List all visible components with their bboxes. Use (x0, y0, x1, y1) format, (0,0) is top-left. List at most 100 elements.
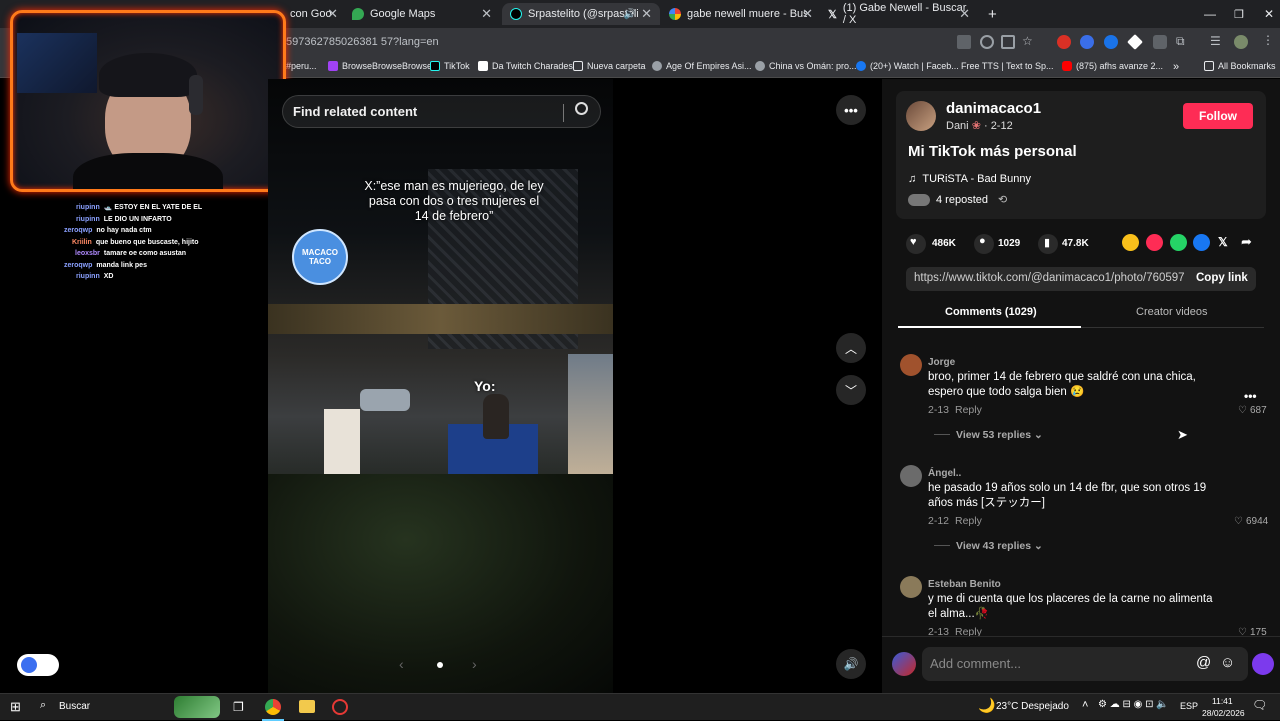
commenter-avatar[interactable] (900, 576, 922, 598)
emoji-icon[interactable]: ☺ (1220, 654, 1235, 671)
chrome-taskbar-icon[interactable] (265, 699, 281, 715)
reply-button[interactable]: Reply (955, 515, 982, 527)
bookmark-star-icon[interactable]: ☆ (1022, 34, 1033, 48)
restore-window-button[interactable]: ❐ (1226, 3, 1252, 25)
comment-more-icon[interactable]: ••• (1244, 389, 1257, 403)
bookmark-item[interactable]: China vs Omán: pro... (755, 61, 857, 71)
close-tab-icon[interactable]: ✕ (327, 6, 338, 22)
comment-text: y me di cuenta que los placeres de la ca… (928, 593, 1213, 620)
toggle-switch[interactable] (17, 654, 59, 676)
close-tab-icon[interactable]: ✕ (959, 6, 970, 22)
minimize-window-button[interactable]: — (1196, 3, 1224, 25)
bookmark-item[interactable]: Free TTS | Text to Sp... (961, 61, 1054, 71)
tab-google-gabe[interactable]: gabe newell muere - Buscar con ✕ (661, 3, 821, 25)
bookmark-item[interactable]: BrowseBrowseBrowse (328, 61, 432, 71)
tray-chevron-icon[interactable]: ˄ (1082, 699, 1088, 711)
windows-start-icon[interactable]: ⊞ (10, 699, 21, 715)
author-username[interactable]: danimacaco1 (946, 100, 1041, 117)
clock-time[interactable]: 11:41 (1212, 696, 1233, 706)
clock-date[interactable]: 28/02/2026 (1202, 708, 1245, 718)
mention-icon[interactable]: @ (1196, 654, 1211, 671)
extension-blue-icon[interactable] (1080, 35, 1094, 49)
bookmark-item[interactable]: TikTok (430, 61, 470, 71)
browser-menu-icon[interactable]: ⋮ (1262, 33, 1274, 47)
next-video-button[interactable]: ﹀ (836, 375, 866, 405)
whatsapp-share-icon[interactable] (1170, 234, 1187, 251)
commenter-avatar[interactable] (900, 465, 922, 487)
repost-icon[interactable]: ⟲ (998, 193, 1007, 206)
zoom-icon[interactable] (980, 35, 994, 49)
reply-button[interactable]: Reply (955, 404, 982, 416)
previous-video-button[interactable]: ︿ (836, 333, 866, 363)
search-icon[interactable] (575, 102, 588, 115)
audio-playing-icon[interactable]: 🔊 (624, 9, 636, 20)
bookmark-folder[interactable]: Nueva carpeta (573, 61, 646, 71)
tab-x-gabe[interactable]: 𝕏 (1) Gabe Newell - Buscar / X ✕ (820, 2, 978, 26)
comment-input[interactable]: Add comment... @ ☺ (922, 647, 1248, 681)
view-replies-button[interactable]: View 53 replies ⌄ (956, 429, 1043, 441)
tab-google-search[interactable]: con Goo ✕ (282, 3, 346, 25)
language-indicator[interactable]: ESP (1180, 701, 1198, 711)
tab-google-maps[interactable]: Google Maps ✕ (344, 3, 500, 25)
close-tab-icon[interactable]: ✕ (641, 6, 652, 22)
extension-diamond-icon[interactable] (1127, 34, 1143, 50)
bookmark-item[interactable]: (875) afhs avanze 2... (1062, 61, 1163, 71)
task-view-icon[interactable]: ❐ (233, 700, 244, 714)
tiktok-video-frame[interactable]: MACACO TACO X:”ese man es mujeriego, de … (268, 79, 613, 693)
copy-link-button[interactable]: Copy link (1196, 272, 1248, 284)
photo-next-icon[interactable]: › (472, 656, 477, 672)
close-tab-icon[interactable]: ✕ (802, 6, 813, 22)
file-explorer-icon[interactable] (299, 700, 315, 713)
commenter-name[interactable]: Esteban Benito (928, 579, 1001, 590)
profile-avatar-icon[interactable] (1234, 35, 1248, 49)
tab-comments[interactable]: Comments (1029) (945, 306, 1037, 318)
author-avatar[interactable] (906, 101, 936, 131)
url-text[interactable]: 597362785026381 57?lang=en (286, 36, 439, 48)
tab-creator-videos[interactable]: Creator videos (1136, 306, 1208, 318)
view-replies-button[interactable]: View 43 replies ⌄ (956, 540, 1043, 552)
extension-shield-icon[interactable] (1104, 35, 1118, 49)
close-window-button[interactable]: ✕ (1256, 3, 1280, 25)
taskbar-search[interactable]: ⌕ Buscar (32, 694, 222, 721)
more-bookmarks-icon[interactable]: » (1173, 61, 1179, 73)
translate-icon[interactable] (957, 35, 971, 49)
gift-icon[interactable] (1252, 653, 1274, 675)
find-related-search[interactable]: Find related content (282, 95, 601, 128)
reply-button[interactable]: Reply (955, 626, 982, 636)
more-share-icon[interactable]: ➦ (1241, 234, 1252, 250)
commenter-avatar[interactable] (900, 354, 922, 376)
x-share-icon[interactable]: 𝕏 (1218, 235, 1228, 249)
bookmark-item[interactable]: Da Twitch Charades (478, 61, 573, 71)
bookmark-item[interactable]: #peru... (286, 61, 317, 71)
tab-tiktok-active[interactable]: Srpastelito (@srpastelito) | 🔊 ✕ (502, 3, 660, 25)
new-tab-button[interactable]: + (980, 3, 1005, 25)
comment-like-icon[interactable]: ♡ (1234, 516, 1243, 527)
embed-share-icon[interactable] (1122, 234, 1139, 251)
more-options-button[interactable]: ••• (836, 95, 866, 125)
weather-text[interactable]: 23°C Despejado (996, 701, 1069, 712)
photo-prev-icon[interactable]: ‹ (399, 656, 404, 672)
tray-icons[interactable]: ⚙ ☁ ⊟ ◉ ⊡ 🔈 (1098, 699, 1169, 710)
bookmark-item[interactable]: (20+) Watch | Faceb... (856, 61, 959, 71)
reading-list-icon[interactable]: ☰ (1210, 34, 1221, 48)
post-link-text[interactable]: https://www.tiktok.com/@danimacaco1/phot… (914, 272, 1184, 284)
install-app-icon[interactable] (1001, 35, 1015, 49)
extensions-puzzle-icon[interactable]: ⧉ (1176, 34, 1185, 49)
commenter-name[interactable]: Ángel.. (928, 468, 961, 479)
send-share-icon[interactable] (1146, 234, 1163, 251)
close-tab-icon[interactable]: ✕ (481, 6, 492, 22)
music-row[interactable]: ♫ TURiSTA - Bad Bunny (908, 173, 1031, 185)
all-bookmarks-button[interactable]: All Bookmarks (1204, 61, 1276, 71)
comment-like-icon[interactable]: ♡ (1238, 405, 1247, 416)
facebook-share-icon[interactable] (1193, 234, 1210, 251)
extension-red-icon[interactable] (1057, 35, 1071, 49)
bookmark-item[interactable]: Age Of Empires Asi... (652, 61, 752, 71)
obs-icon[interactable] (332, 699, 348, 715)
commenter-name[interactable]: Jorge (928, 357, 955, 368)
notifications-icon[interactable]: 🗨 (1252, 698, 1267, 712)
volume-button[interactable]: 🔊 (836, 649, 866, 679)
extension-off-icon[interactable] (1153, 35, 1167, 49)
follow-button[interactable]: Follow (1183, 103, 1253, 129)
comment-like-icon[interactable]: ♡ (1238, 627, 1247, 636)
reposted-count[interactable]: 4 reposted (936, 194, 988, 206)
